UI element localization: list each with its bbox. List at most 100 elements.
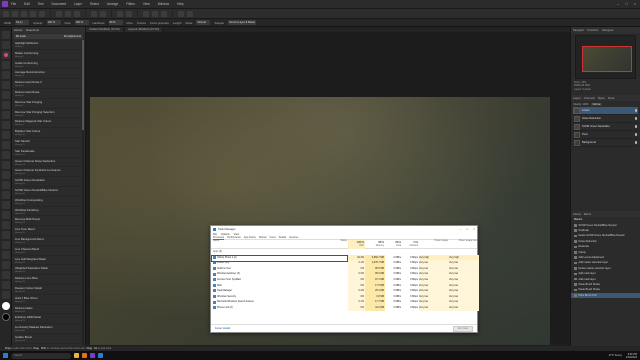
history-item[interactable]: Remove Star Fringing History 7 xyxy=(12,99,82,109)
sharpen-icon[interactable] xyxy=(1,221,10,229)
crop-icon[interactable] xyxy=(1,231,10,239)
layer-row-scnr-green-neutralize[interactable]: SCNR Green Neutralize xyxy=(573,123,638,132)
tab-transform[interactable]: Transform xyxy=(587,29,599,32)
history-item[interactable]: SCNR Green Neutralize History 15 xyxy=(12,177,82,187)
macro-item-checkbox[interactable] xyxy=(574,283,577,286)
node-tool-icon[interactable] xyxy=(1,251,10,259)
history-item[interactable]: Reduce Magenta Star Colour History 9 xyxy=(12,118,82,129)
clone-brush-icon[interactable] xyxy=(1,141,10,149)
layer-visibility-toggle[interactable] xyxy=(634,133,637,136)
ctx-mode-field[interactable]: Normal xyxy=(196,20,211,25)
history-item[interactable]: Live Hull Weighted Mask History 23 xyxy=(12,256,82,266)
windows-start-icon[interactable] xyxy=(3,353,8,358)
macro-item[interactable]: Paint Brush Tool xyxy=(571,292,640,299)
healing-brush-icon[interactable] xyxy=(1,151,10,159)
layer-row-levels[interactable]: Levels xyxy=(573,107,638,116)
primary-color-swatch[interactable] xyxy=(1,302,10,310)
align-icon[interactable] xyxy=(178,10,184,17)
layer-visibility-toggle[interactable] xyxy=(634,125,637,128)
menu-layer[interactable]: Layer xyxy=(74,2,82,6)
menu-help[interactable]: Help xyxy=(177,2,184,6)
affinity-photo-taskbar-icon[interactable] xyxy=(90,353,95,358)
export-persona-icon[interactable] xyxy=(39,10,45,17)
smudge-icon[interactable] xyxy=(1,201,10,209)
menu-text[interactable]: Text xyxy=(38,2,44,6)
minimize-icon[interactable]: – xyxy=(617,1,619,6)
ctx-flow-field[interactable]: 100 % xyxy=(74,20,89,25)
liquify-persona-icon[interactable] xyxy=(12,10,18,17)
layer-visibility-toggle[interactable] xyxy=(634,117,637,120)
column-header-network[interactable]: 0% Network xyxy=(402,240,419,249)
macro-item-checkbox[interactable] xyxy=(574,229,577,232)
zoom-tool-icon[interactable] xyxy=(1,291,10,299)
text-tool-icon[interactable] xyxy=(1,271,10,279)
menu-select[interactable]: Select xyxy=(90,2,99,6)
tab-stock[interactable]: Stock xyxy=(608,97,615,100)
history-scrollbar[interactable] xyxy=(82,40,84,345)
history-item[interactable]: Workflow Finishing History 18 xyxy=(12,207,82,217)
order-back-icon[interactable] xyxy=(117,10,123,17)
history-item[interactable]: Hold 1 Blue Shoot History 27 xyxy=(12,295,82,305)
file-explorer-icon[interactable] xyxy=(74,353,79,358)
inpainting-icon[interactable] xyxy=(1,161,10,169)
shape-tool-icon[interactable] xyxy=(1,261,10,269)
tm-tab-app-history[interactable]: App history xyxy=(244,236,256,239)
flood-fill-icon[interactable] xyxy=(1,121,10,129)
tm-tab-performance[interactable]: Performance xyxy=(227,236,241,239)
tm-close-icon[interactable]: × xyxy=(473,227,475,231)
layer-row-noise-reduction[interactable]: Noise Reduction xyxy=(573,115,638,124)
history-item[interactable]: Brighten Star Colour History 10 xyxy=(12,128,82,138)
selection-brush-icon[interactable] xyxy=(1,51,10,59)
burn-icon[interactable] xyxy=(1,191,10,199)
history-item[interactable]: Remove Bulk Pixels History 19 xyxy=(12,216,82,227)
history-item[interactable]: Green Channel Synthetic Luminance History… xyxy=(12,167,82,178)
tab-histogram[interactable]: Histogram xyxy=(602,29,614,32)
ctx-width-field[interactable]: 64 px xyxy=(15,20,30,25)
layer-visibility-toggle[interactable] xyxy=(634,109,637,112)
macro-item-checkbox[interactable] xyxy=(574,251,577,254)
tab-history[interactable]: History xyxy=(14,28,23,32)
macro-item-checkbox[interactable] xyxy=(574,224,577,227)
menu-window[interactable]: Window xyxy=(158,2,169,6)
pixel-tool-icon[interactable] xyxy=(1,101,10,109)
column-header-power-usage[interactable]: Power usage xyxy=(419,240,449,249)
flood-select-icon[interactable] xyxy=(1,81,10,89)
red-eye-icon[interactable] xyxy=(1,171,10,179)
tab-library[interactable]: Library xyxy=(573,213,581,216)
history-item[interactable]: Live Background Mend History 21 xyxy=(12,236,82,246)
blur-brush-icon[interactable] xyxy=(1,211,10,219)
column-header-power-usage-trend[interactable]: Power usage trend xyxy=(449,240,479,249)
macro-item-checkbox[interactable] xyxy=(574,294,577,297)
paint-brush-icon[interactable] xyxy=(1,91,10,99)
task-manager-taskbar-icon[interactable] xyxy=(98,353,103,358)
ctx-sample-field[interactable]: Current Layer & Below xyxy=(227,20,257,25)
view-tool-icon[interactable] xyxy=(56,10,62,17)
tone-map-persona-icon[interactable] xyxy=(30,10,36,17)
history-item[interactable]: Star Stretch History 11 xyxy=(12,138,82,148)
order-front-icon[interactable] xyxy=(126,10,132,17)
view-tool-icon[interactable] xyxy=(1,41,10,49)
move-tool-icon[interactable] xyxy=(1,31,10,39)
end-task-button[interactable]: End task xyxy=(452,325,473,332)
maximize-icon[interactable]: □ xyxy=(625,1,627,6)
zoom-tool-icon[interactable] xyxy=(74,10,80,17)
column-header-disk[interactable]: 39% Disk xyxy=(385,240,402,249)
macro-item-checkbox[interactable] xyxy=(574,288,577,292)
navigator-preview[interactable] xyxy=(575,35,636,79)
history-item[interactable]: Reduce Hard Noise History 6 xyxy=(12,89,82,99)
opacity-label[interactable]: Opacity: 100% xyxy=(573,103,589,106)
macro-item-checkbox[interactable] xyxy=(574,267,577,270)
quick-mask-icon[interactable] xyxy=(152,10,158,17)
close-icon[interactable]: × xyxy=(634,1,636,6)
history-item[interactable]: Reduce Lime Blue History 25 xyxy=(12,275,82,285)
history-item[interactable]: Weighted Saturation Mask History 24 xyxy=(12,265,82,276)
navigator-viewport[interactable] xyxy=(582,46,632,72)
tm-tab-users[interactable]: Users xyxy=(270,236,276,239)
assistant-icon[interactable] xyxy=(91,10,97,17)
tm-tab-services[interactable]: Services xyxy=(289,236,298,239)
menu-edit[interactable]: Edit xyxy=(24,2,30,6)
history-item[interactable]: 3D Hot Pixel EnhancementHistory 32 xyxy=(12,344,82,346)
secondary-color-swatch[interactable] xyxy=(1,313,10,321)
mask-icon[interactable] xyxy=(143,10,149,17)
ctx-hardness-field[interactable]: 80 % xyxy=(108,20,123,25)
